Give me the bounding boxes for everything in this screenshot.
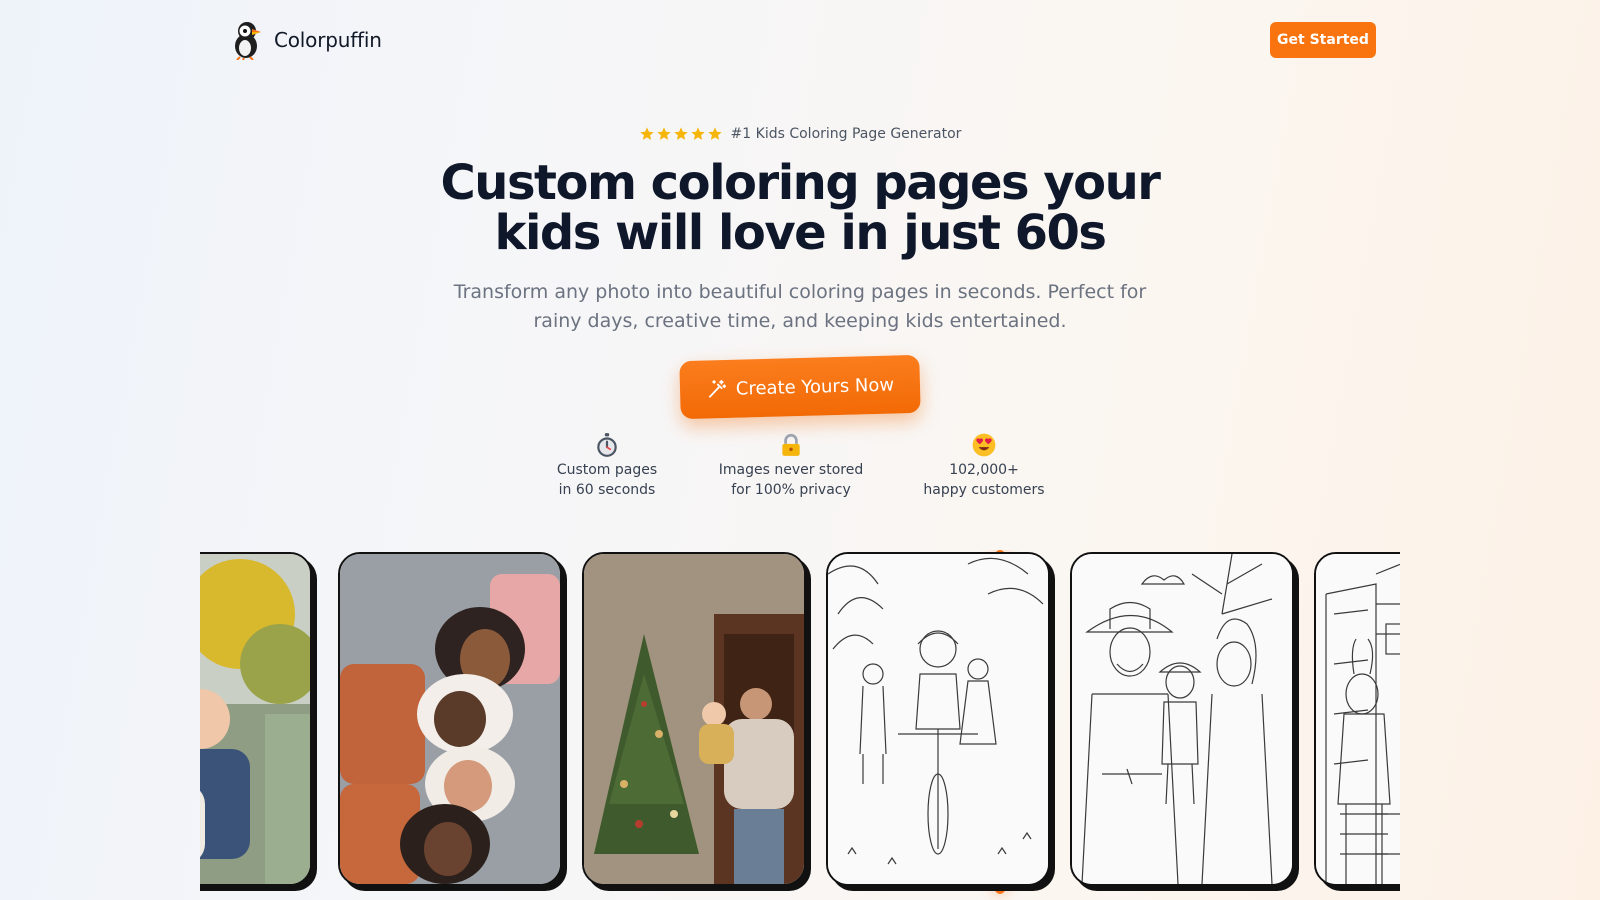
feature-text: Custom pages in 60 seconds [507,460,707,500]
feature-line: Images never stored [718,462,864,478]
hero-subtitle-line: rainy days, creative time, and keeping k… [533,310,1067,332]
get-started-button[interactable]: Get Started [1270,22,1376,58]
feature-text: Images never stored for 100% privacy [691,460,891,500]
feature-customers: 102,000+ happy customers [884,432,1084,500]
puffin-logo-icon [235,22,261,60]
create-yours-now-button[interactable]: Create Yours Now [679,354,921,420]
coloring-page-card [1314,552,1400,886]
cta-label: Create Yours Now [735,374,895,400]
feature-list: Custom pages in 60 seconds Images never … [0,432,1600,502]
heart-eyes-icon [884,432,1084,458]
star-icon [656,127,671,140]
coloring-page-bunny-girl [1316,554,1400,884]
feature-text: 102,000+ happy customers [884,460,1084,500]
stopwatch-icon [507,432,707,458]
feature-speed: Custom pages in 60 seconds [507,432,707,500]
rating-stars [639,126,723,142]
rating-badge: #1 Kids Coloring Page Generator [0,126,1600,142]
brand[interactable]: Colorpuffin [228,20,382,60]
star-icon [673,127,688,140]
feature-line: for 100% privacy [731,482,851,498]
coloring-page-bike [828,554,1048,884]
star-icon [639,127,654,140]
coloring-page-family [1072,554,1292,884]
photo-card [582,552,806,886]
brand-name: Colorpuffin [274,28,382,52]
feature-privacy: Images never stored for 100% privacy [691,432,891,500]
hero-subtitle-line: Transform any photo into beautiful color… [453,281,1147,303]
star-icon [707,127,722,140]
site-header: Colorpuffin Get Started [0,0,1600,80]
feature-line: happy customers [923,482,1045,498]
star-icon [690,127,705,140]
photo-card [200,552,312,886]
photo-christmas-tree [584,554,804,884]
photo-child-with-dog [200,554,310,884]
hero-title-line: Custom coloring pages your [440,155,1161,211]
feature-line: Custom pages [556,462,658,478]
badge-text: #1 Kids Coloring Page Generator [730,126,962,142]
coloring-page-card [1070,552,1294,886]
hero-title: Custom coloring pages your kids will lov… [0,158,1600,258]
photo-card [338,552,562,886]
photo-four-kids [340,554,560,884]
hero-title-line: kids will love in just 60s [494,205,1107,261]
feature-line: in 60 seconds [558,482,656,498]
lock-icon [691,432,891,458]
magic-wand-icon [708,379,726,398]
hero-subtitle: Transform any photo into beautiful color… [400,278,1200,336]
feature-line: 102,000+ [949,462,1019,478]
before-after-gallery [200,550,1400,900]
coloring-page-card [826,552,1050,886]
